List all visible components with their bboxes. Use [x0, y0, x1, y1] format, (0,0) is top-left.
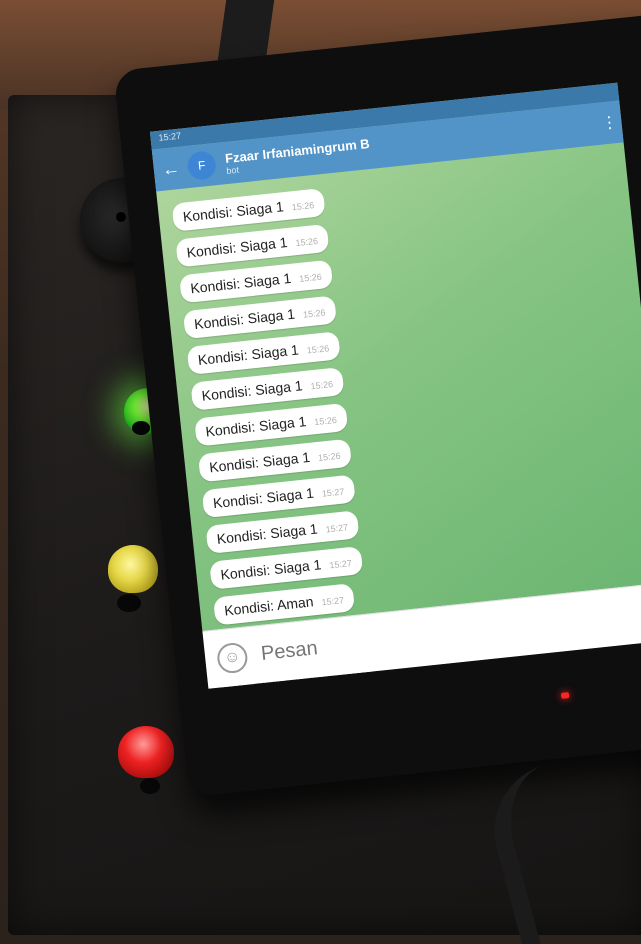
buzzer-hole [116, 212, 126, 222]
message-text: Kondisi: Siaga 1 [219, 556, 323, 583]
message-text: Kondisi: Siaga 1 [193, 305, 296, 333]
message-text: Kondisi: Aman [223, 593, 315, 619]
message-time: 15:26 [313, 414, 338, 428]
smile-icon[interactable]: ☺ [215, 641, 249, 675]
message-text: Kondisi: Siaga 1 [189, 269, 292, 297]
message-text: Kondisi: Siaga 1 [212, 484, 315, 512]
message-text: Kondisi: Siaga 1 [204, 413, 308, 440]
red-led-hole [140, 778, 160, 794]
message-time: 15:26 [302, 307, 326, 320]
avatar-initial: F [197, 158, 207, 173]
chat-avatar[interactable]: F [186, 150, 218, 181]
photo-scene: 15:27 ← F Fzaar Irfaniamingrum B bot ⋮ K… [0, 0, 641, 944]
smartphone: 15:27 ← F Fzaar Irfaniamingrum B bot ⋮ K… [113, 12, 641, 798]
message-time: 15:27 [321, 486, 345, 499]
message-text: Kondisi: Siaga 1 [185, 234, 289, 261]
message-text: Kondisi: Siaga 1 [197, 341, 300, 368]
telegram-chat-screen: 15:27 ← F Fzaar Irfaniamingrum B bot ⋮ K… [149, 82, 641, 689]
message-text: Kondisi: Siaga 1 [182, 198, 285, 225]
arrow-left-icon[interactable]: ← [153, 157, 189, 181]
green-led-hole [132, 421, 150, 435]
message-time: 15:26 [310, 379, 334, 392]
message-time: 15:26 [291, 200, 315, 213]
message-time: 15:27 [325, 522, 349, 535]
status-time: 15:27 [158, 130, 182, 143]
more-vertical-icon[interactable]: ⋮ [596, 111, 622, 133]
message-text: Kondisi: Siaga 1 [208, 448, 311, 476]
message-time: 15:26 [295, 235, 319, 249]
yellow-led-hole [117, 594, 141, 612]
message-time: 15:26 [298, 271, 323, 284]
message-text: Kondisi: Siaga 1 [200, 377, 304, 404]
message-time: 15:27 [328, 558, 353, 571]
message-time: 15:26 [306, 343, 330, 356]
red-led [118, 726, 174, 778]
message-text: Kondisi: Siaga 1 [216, 520, 319, 547]
top-cable [217, 0, 275, 60]
message-time: 15:26 [317, 450, 342, 463]
message-time: 15:27 [321, 595, 345, 608]
phone-notification-led [560, 692, 570, 699]
yellow-led [108, 545, 158, 593]
